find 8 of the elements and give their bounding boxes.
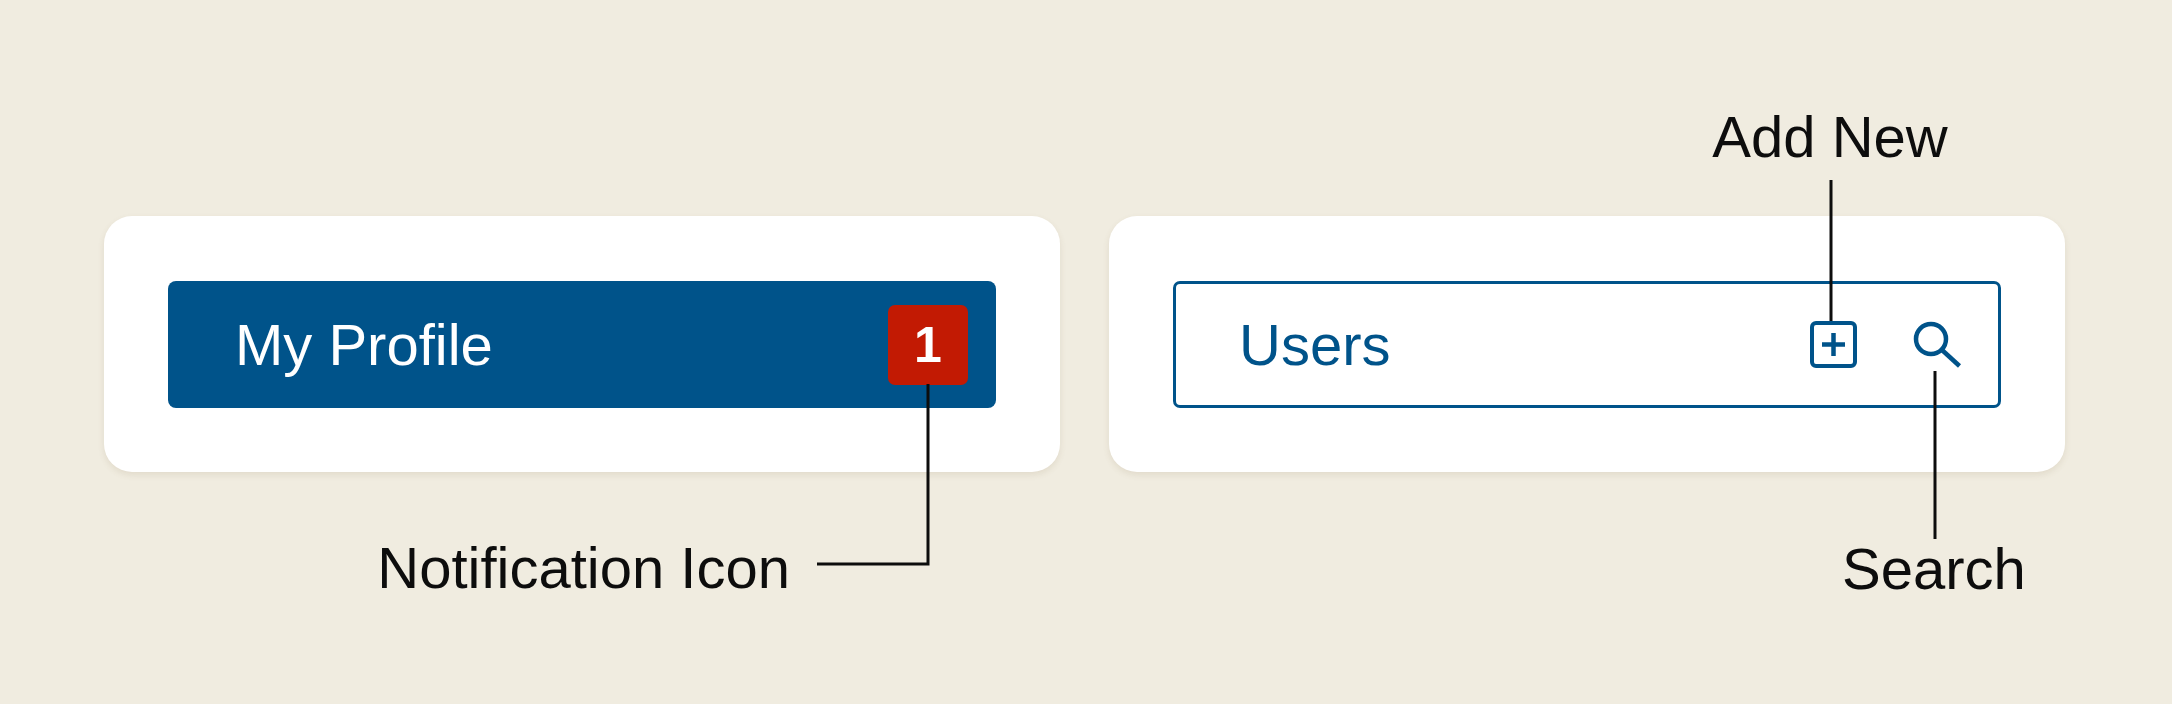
plus-square-icon[interactable] [1810, 321, 1857, 368]
callout-label: Notification Icon [376, 539, 790, 597]
menu-item[interactable]: My Profile 1 [168, 281, 996, 408]
notification-badge: 1 [888, 304, 968, 385]
callout-label: Search [1841, 540, 2027, 598]
callout-label: Add New [1711, 108, 1949, 166]
section-title: Users [1239, 311, 1392, 378]
search-icon[interactable] [1913, 321, 1962, 368]
